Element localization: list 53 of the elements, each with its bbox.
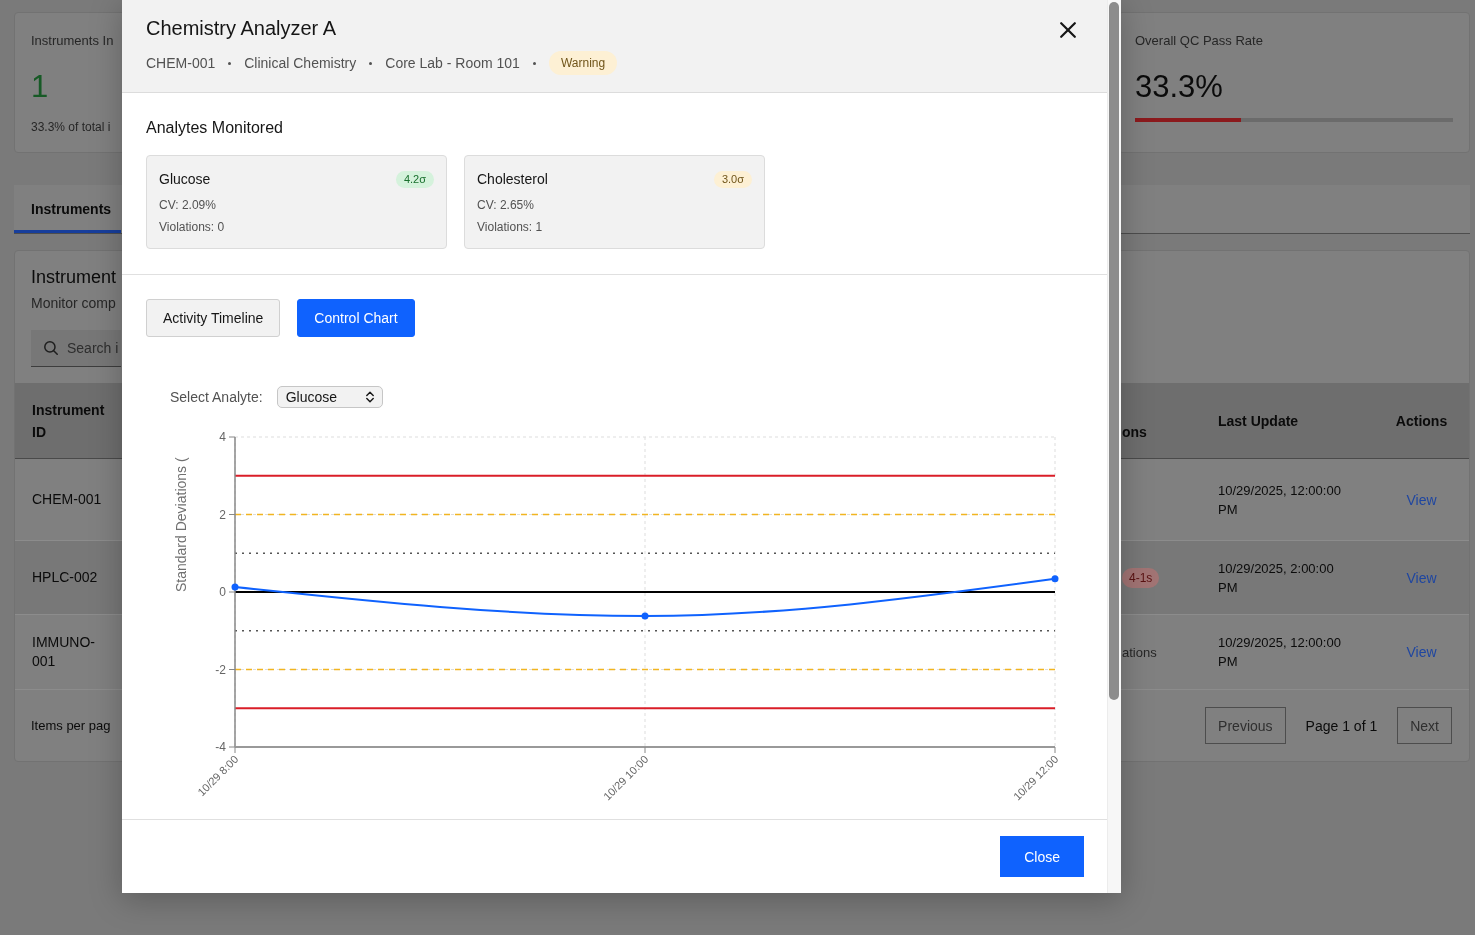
table-cell: CHEM-001 — [32, 491, 102, 507]
meta-text: Core Lab - Room 101 — [385, 55, 520, 71]
stat-value: 1 — [31, 68, 49, 106]
column-header: ons — [1122, 422, 1147, 442]
stat-value: 33.3% — [1135, 68, 1223, 106]
status-badge: 4-1s — [1122, 567, 1160, 588]
close-icon — [1060, 22, 1076, 38]
sigma-badge: 4.2σ — [395, 170, 434, 188]
close-button[interactable] — [1060, 22, 1076, 38]
separator-dot-icon — [532, 61, 536, 65]
cv-text: CV: 2.65% — [477, 197, 534, 213]
y-tick-label: 0 — [219, 585, 226, 599]
y-tick-label: 4 — [219, 430, 226, 444]
cv-text: CV: 2.09% — [159, 197, 216, 213]
table-cell: 10/29/2025, 2:00:00 PM — [1218, 560, 1334, 595]
violations-text: Violations: 1 — [477, 219, 543, 235]
close-button[interactable]: Close — [1000, 836, 1084, 877]
meta-text: CHEM-001 — [146, 55, 216, 71]
column-header: Last Update — [1218, 411, 1299, 431]
section-title: Analytes Monitored — [146, 118, 283, 138]
stat-label: Overall QC Pass Rate — [1135, 33, 1263, 49]
separator-dot-icon — [369, 61, 373, 65]
sigma-badge: 3.0σ — [713, 170, 752, 188]
modal-title: Chemistry Analyzer A — [146, 16, 337, 41]
analyte-name: Cholesterol — [477, 171, 548, 187]
status-badge: Warning — [548, 51, 618, 75]
y-tick-label: -4 — [215, 740, 226, 754]
items-per-page-label: Items per pag — [31, 718, 111, 733]
analyte-name: Glucose — [159, 171, 211, 187]
table-cell: HPLC-002 — [32, 569, 98, 585]
column-header: Actions — [1395, 411, 1448, 431]
table-cell-text: ations — [1122, 643, 1157, 662]
view-toggle-button[interactable]: Control Chart — [297, 299, 415, 337]
y-axis-label: Standard Deviations ( — [173, 457, 189, 592]
select-label: Select Analyte: — [170, 389, 263, 405]
separator-dot-icon — [228, 61, 232, 65]
panel-title: Instrument — [31, 266, 117, 288]
search-icon — [44, 341, 58, 355]
table-cell: IMMUNO-001 — [32, 634, 95, 669]
column-header: Instrument ID — [32, 401, 105, 440]
panel-subtitle: Monitor comp — [31, 294, 116, 312]
analyte-select[interactable]: Glucose — [276, 386, 383, 408]
chevrons-up-down-icon — [365, 391, 374, 403]
page-indicator: Page 1 of 1 — [1305, 717, 1378, 734]
meta-text: Clinical Chemistry — [244, 55, 357, 71]
stat-label: Instruments In — [31, 33, 114, 49]
view-toggle-button[interactable]: Activity Timeline — [146, 299, 281, 337]
violations-text: Violations: 0 — [159, 219, 225, 235]
y-tick-label: 2 — [219, 507, 226, 522]
table-cell: 10/29/2025, 12:00:00 PM — [1218, 482, 1341, 517]
scrollbar-thumb[interactable] — [1109, 2, 1119, 700]
table-cell: 10/29/2025, 12:00:00 PM — [1218, 635, 1341, 669]
y-tick-label: -2 — [215, 662, 226, 677]
